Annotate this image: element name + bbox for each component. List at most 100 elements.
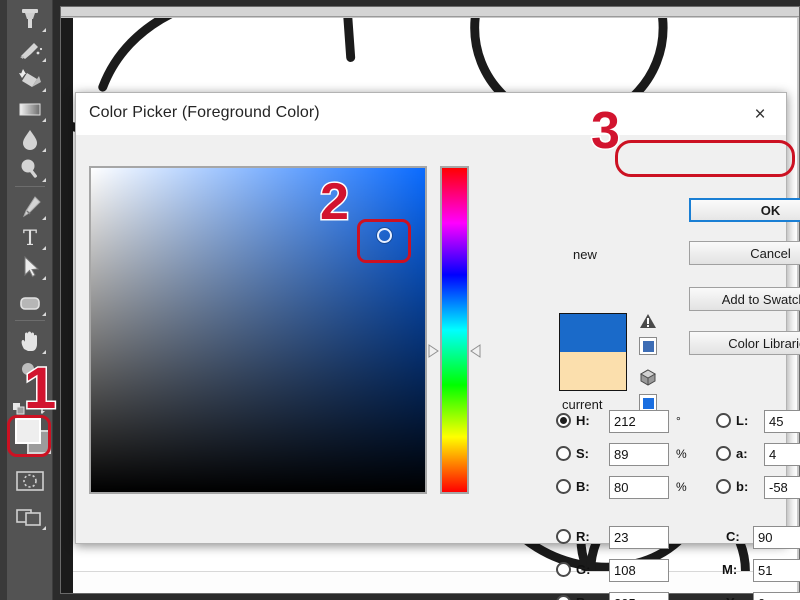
- tool-more-indicator: [42, 118, 46, 122]
- color-libraries-button[interactable]: Color Libraries: [689, 331, 800, 355]
- tool-more-indicator: [42, 28, 46, 32]
- lab-l-radio[interactable]: [716, 413, 731, 428]
- clone-stamp-tool[interactable]: [13, 4, 47, 34]
- swap-colors-icon[interactable]: [39, 402, 53, 414]
- color-swatches-group[interactable]: [13, 403, 53, 454]
- lab-a-row[interactable]: a: 4: [716, 443, 800, 467]
- default-colors-icon[interactable]: [13, 402, 25, 415]
- lab-l-row[interactable]: L: 45: [716, 410, 800, 434]
- yellow-row[interactable]: Y: 0 %: [716, 592, 800, 600]
- lab-b-radio[interactable]: [716, 479, 731, 494]
- tool-more-indicator: [42, 526, 46, 530]
- hue-row[interactable]: H: 212 °: [556, 410, 736, 434]
- dodge-icon: [21, 159, 37, 178]
- saturation-row[interactable]: S: 89 %: [556, 443, 736, 467]
- blur-tool[interactable]: [13, 124, 47, 154]
- foreground-color-swatch[interactable]: [15, 418, 41, 444]
- rectangle-tool[interactable]: [13, 288, 47, 318]
- hue-radio[interactable]: [556, 413, 571, 428]
- tool-more-indicator: [42, 312, 46, 316]
- hue-input[interactable]: 212: [609, 410, 669, 433]
- brightness-row[interactable]: B: 80 %: [556, 476, 736, 500]
- current-color-swatch[interactable]: [560, 352, 626, 390]
- brightness-input[interactable]: 80: [609, 476, 669, 499]
- document-left-gutter: [61, 18, 73, 593]
- blue-radio[interactable]: [556, 595, 571, 600]
- saturation-label: S:: [576, 446, 589, 461]
- lab-l-input[interactable]: 45: [764, 410, 800, 433]
- blue-input[interactable]: 205: [609, 592, 669, 600]
- color-preview-box[interactable]: [559, 313, 627, 391]
- magenta-row[interactable]: M: 51 %: [716, 559, 800, 583]
- hue-marker-left-icon[interactable]: [428, 343, 440, 359]
- magenta-input[interactable]: 51: [753, 559, 800, 582]
- tools-panel[interactable]: T: [7, 0, 53, 600]
- yellow-input[interactable]: 0: [753, 592, 800, 600]
- saturation-brightness-field[interactable]: [89, 166, 427, 494]
- new-color-label: new: [573, 247, 597, 262]
- lab-b-row[interactable]: b: -58: [716, 476, 800, 500]
- cyan-row[interactable]: C: 90 %: [716, 526, 800, 550]
- ok-button[interactable]: OK: [689, 198, 800, 222]
- saturation-unit: %: [676, 447, 687, 461]
- clone-stamp-icon: [22, 9, 38, 28]
- tool-more-indicator: [42, 276, 46, 280]
- tools-divider-2: [15, 320, 45, 321]
- hue-gradient[interactable]: [442, 168, 467, 492]
- pen-nib-icon: [22, 196, 41, 218]
- cancel-button[interactable]: Cancel: [689, 241, 800, 265]
- type-tool[interactable]: T: [13, 222, 47, 252]
- default-colors-glyph: [13, 403, 25, 415]
- close-icon[interactable]: ×: [740, 99, 780, 129]
- green-row[interactable]: G: 108: [556, 559, 736, 583]
- gradient-tool[interactable]: [13, 94, 47, 124]
- gradient-icon: [19, 103, 41, 116]
- tool-more-indicator: [42, 178, 46, 182]
- lab-b-label: b:: [736, 479, 749, 494]
- hue-marker-right-icon[interactable]: [469, 343, 481, 359]
- out-of-gamut-warning-icon[interactable]: [639, 313, 657, 329]
- blue-label: B:: [576, 595, 590, 600]
- red-input[interactable]: 23: [609, 526, 669, 549]
- svg-text:T: T: [23, 226, 37, 249]
- magnifier-icon: [22, 363, 34, 375]
- blur-droplet-icon: [23, 130, 37, 150]
- saturation-brightness-gradient[interactable]: [91, 168, 425, 492]
- rounded-rectangle-icon: [20, 297, 40, 310]
- saturation-radio[interactable]: [556, 446, 571, 461]
- out-of-gamut-swatch[interactable]: [639, 337, 657, 355]
- quick-mask-toggle[interactable]: [13, 466, 47, 496]
- add-to-swatches-button[interactable]: Add to Swatches: [689, 287, 800, 311]
- tools-divider: [15, 186, 45, 187]
- lab-a-label: a:: [736, 446, 748, 461]
- web-safe-color: [642, 397, 654, 409]
- swap-arrow-glyph: [39, 404, 53, 414]
- path-selection-tool[interactable]: [13, 252, 47, 282]
- blue-row[interactable]: B: 205: [556, 592, 736, 600]
- new-color-swatch[interactable]: [560, 314, 626, 352]
- history-brush-tool[interactable]: [13, 34, 47, 64]
- green-input[interactable]: 108: [609, 559, 669, 582]
- lab-a-radio[interactable]: [716, 446, 731, 461]
- green-radio[interactable]: [556, 562, 571, 577]
- hue-slider[interactable]: [440, 166, 469, 494]
- yellow-label: Y:: [726, 595, 738, 600]
- zoom-tool[interactable]: [13, 356, 47, 386]
- screen-mode-button[interactable]: [13, 502, 47, 532]
- magenta-label: M:: [722, 562, 738, 577]
- red-radio[interactable]: [556, 529, 571, 544]
- brightness-radio[interactable]: [556, 479, 571, 494]
- lab-a-input[interactable]: 4: [764, 443, 800, 466]
- screen-mode-icon: [16, 509, 41, 526]
- dodge-tool[interactable]: [13, 154, 47, 184]
- eraser-icon: [19, 69, 41, 87]
- eraser-tool[interactable]: [13, 64, 47, 94]
- not-web-safe-warning-icon[interactable]: [639, 369, 657, 386]
- saturation-input[interactable]: 89: [609, 443, 669, 466]
- red-row[interactable]: R: 23: [556, 526, 736, 550]
- saturation-brightness-cursor[interactable]: [376, 228, 392, 244]
- pen-tool[interactable]: [13, 192, 47, 222]
- cyan-input[interactable]: 90: [753, 526, 800, 549]
- lab-b-input[interactable]: -58: [764, 476, 800, 499]
- hand-tool[interactable]: [13, 326, 47, 356]
